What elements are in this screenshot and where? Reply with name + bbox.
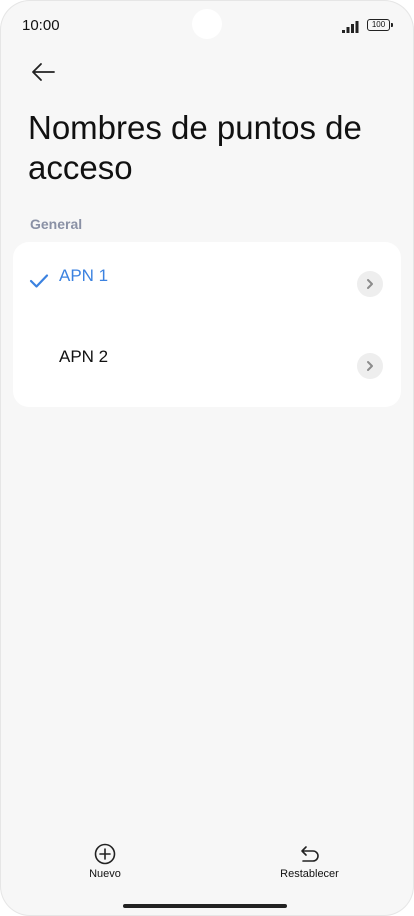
back-arrow-icon[interactable]	[30, 60, 56, 84]
status-time: 10:00	[22, 17, 60, 34]
new-apn-label: Nuevo	[89, 868, 121, 880]
reset-button[interactable]: Restablecer	[272, 842, 347, 880]
apn-list: APN 1 APN 2	[13, 242, 401, 407]
page-title: Nombres de puntos de acceso	[28, 109, 362, 186]
apn-item-2[interactable]: APN 2	[13, 325, 401, 407]
battery-level: 100	[371, 20, 386, 29]
battery-icon: 100	[367, 19, 393, 31]
reset-label: Restablecer	[280, 868, 339, 880]
camera-cutout	[192, 9, 222, 39]
undo-icon	[300, 846, 319, 862]
chevron-right-icon	[357, 353, 383, 379]
section-header-general: General	[30, 216, 83, 232]
apn-item-1[interactable]: APN 1	[13, 242, 401, 324]
signal-icon	[342, 21, 359, 33]
home-indicator[interactable]	[123, 904, 287, 908]
status-bar: 10:00 100	[0, 0, 414, 50]
chevron-right-icon	[357, 271, 383, 297]
checkmark-icon	[29, 274, 49, 288]
new-apn-button[interactable]: Nuevo	[80, 842, 130, 880]
apn-item-label: APN 2	[59, 347, 109, 366]
phone-screen: 10:00 100 Nombres de puntos de acceso Ge…	[0, 0, 414, 916]
apn-item-label: APN 1	[59, 266, 109, 285]
plus-circle-icon	[94, 843, 116, 865]
